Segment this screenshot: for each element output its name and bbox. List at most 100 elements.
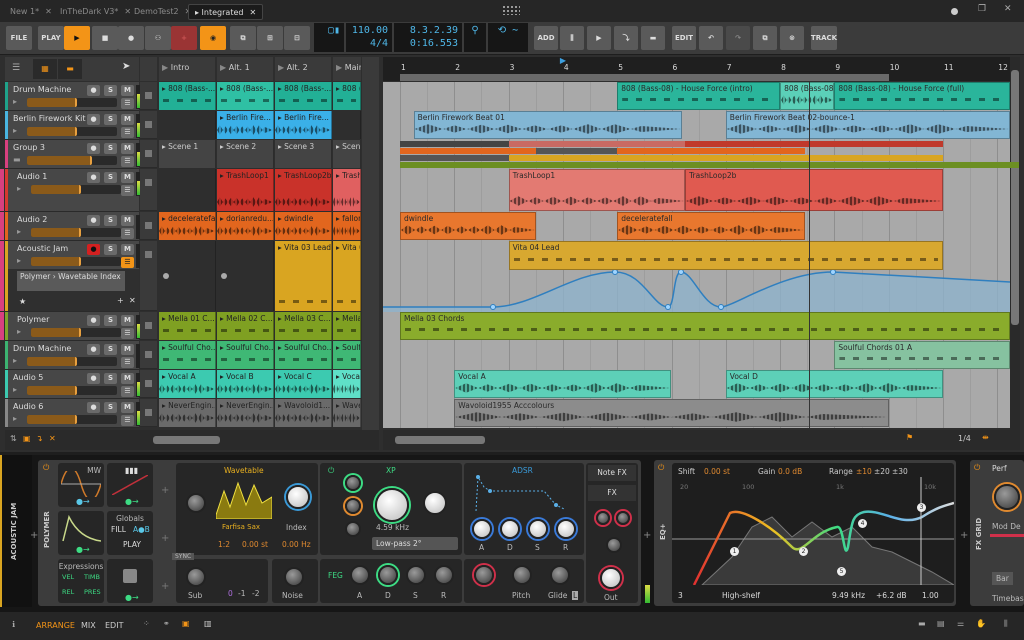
add-modulator-button[interactable]: +	[161, 485, 169, 496]
wavetable-title[interactable]: Wavetable	[224, 466, 264, 475]
arranger-clip[interactable]: Mella 03 Chords	[400, 312, 1010, 340]
band-number[interactable]: 3	[678, 591, 683, 600]
launcher-clip[interactable]: ▸ fallon...	[333, 212, 361, 240]
solo-button[interactable]: S	[104, 373, 117, 384]
launcher-clip[interactable]: ▸ Trash...	[333, 169, 361, 211]
volume-slider[interactable]	[27, 98, 117, 107]
feg-s-knob[interactable]	[406, 565, 426, 585]
record-arm-button[interactable]: ●	[87, 85, 100, 96]
snap-icon[interactable]: ⇼	[982, 433, 989, 442]
solo-button[interactable]: S	[104, 172, 117, 183]
automation-param-field[interactable]: Polymer › Wavetable Index	[17, 271, 125, 291]
device-panel-icon[interactable]: ▣	[182, 619, 190, 628]
launcher-clip[interactable]: ▸ Soulful Cho...	[217, 341, 274, 369]
edit-button[interactable]: EDIT	[672, 26, 696, 50]
track-header[interactable]: Audio 5 ▸ ● S M ☰	[5, 370, 142, 399]
launcher-clip[interactable]: ▸ deceleratefall	[159, 212, 216, 240]
launcher-clip[interactable]: ▸ Soulful Cho...	[275, 341, 332, 369]
volume-slider[interactable]	[31, 228, 121, 237]
keyboard-icon[interactable]: ⫼	[560, 26, 584, 50]
bend-knob[interactable]	[474, 565, 494, 585]
mute-button[interactable]: M	[121, 244, 134, 255]
feg-a-knob[interactable]	[350, 565, 370, 585]
loop-display[interactable]: ⟲ ∼	[488, 23, 528, 52]
track-header[interactable]: Polymer ▸ ● S M ☰	[0, 312, 142, 341]
bar-dropdown[interactable]: Bar	[992, 572, 1013, 585]
launcher-clip[interactable]: ▸ Vocal C	[275, 370, 332, 398]
launcher-clip[interactable]: ▸ Vocal A	[159, 370, 216, 398]
launcher-clip[interactable]: ▸ 808 (Bass-...	[217, 82, 274, 110]
inspector-icon[interactable]: ⚌	[957, 619, 964, 628]
track-menu-button[interactable]: ☰	[121, 357, 134, 368]
keyboard-icon[interactable]: ⫼	[1004, 619, 1008, 629]
rel-label[interactable]: REL	[62, 588, 74, 596]
launcher-clip[interactable]: ▸ TrashLoop2b	[275, 169, 332, 211]
arrange-view-tab[interactable]: ARRANGE	[36, 621, 75, 630]
launcher-clip[interactable]: ▸ Vita 0...	[333, 241, 361, 311]
perf-tab[interactable]: Perf	[992, 464, 1007, 473]
insert-button[interactable]: ⊞	[257, 26, 283, 50]
quantize-icon[interactable]: ⤵	[614, 26, 638, 50]
launcher-clip[interactable]: ▸ NeverEngin...	[159, 399, 216, 427]
launcher-clip[interactable]: ▸ Berlin Fire...	[275, 111, 332, 139]
file-icon[interactable]: ▤	[937, 619, 945, 628]
launcher-clip[interactable]: ▸ 808 (Bass-...	[159, 82, 216, 110]
record-arm-button[interactable]: ●	[87, 402, 100, 413]
launcher-clip[interactable]: ▸ Mella 03 C...	[275, 312, 332, 340]
track-menu-button[interactable]: ☰	[121, 228, 134, 239]
automation-star-icon[interactable]: ★	[19, 297, 26, 306]
launcher-clip[interactable]: ▸ NeverEngin...	[217, 399, 274, 427]
track-header[interactable]: Drum Machine ▸ ● S M ☰	[5, 341, 142, 370]
track-header[interactable]: Group 3 ▬ ● S M ☰	[5, 140, 142, 169]
add-button[interactable]: ADD	[534, 26, 558, 50]
legato-toggle[interactable]: L	[572, 591, 579, 600]
record-arm-button[interactable]: ●	[87, 373, 100, 384]
modulation-arrow-icon[interactable]: ●→	[76, 497, 90, 506]
add-record-button[interactable]: +	[171, 26, 197, 50]
info-icon[interactable]: ℹ	[12, 620, 15, 629]
eq-r30[interactable]: ±30	[892, 467, 908, 476]
out-knob[interactable]	[600, 567, 622, 589]
track-menu-button[interactable]: ☰	[121, 156, 134, 167]
link-icon[interactable]: ⚭	[163, 619, 170, 628]
arranger-clip[interactable]: TrashLoop2b	[685, 169, 943, 211]
metronome-display[interactable]: ⚲	[464, 23, 486, 52]
arranger-clip[interactable]: Vita 04 Lead	[508, 241, 943, 270]
mute-button[interactable]: M	[121, 85, 134, 96]
filter-power-icon[interactable]: ⏻	[328, 466, 334, 476]
cutoff-knob[interactable]	[375, 488, 409, 522]
solo-button[interactable]: S	[104, 344, 117, 355]
folder-icon[interactable]: ▬	[641, 26, 665, 50]
launcher-clip[interactable]: ▸ Mella...	[333, 312, 361, 340]
volume-slider[interactable]	[27, 357, 117, 366]
browser-icon[interactable]: ▬	[918, 619, 926, 628]
glide-knob[interactable]	[550, 565, 570, 585]
adsr-title[interactable]: ADSR	[512, 466, 533, 475]
track-menu-button[interactable]: ☰	[121, 386, 134, 397]
scene-launch-2[interactable]: ▶ Alt. 2	[275, 57, 331, 81]
eq-r20[interactable]: ±20	[874, 467, 890, 476]
eq-curve[interactable]	[672, 477, 954, 585]
tab-1[interactable]: InTheDark V3* ✕	[54, 4, 137, 20]
scene-launch-3[interactable]: ▶ Main	[333, 57, 361, 81]
close-x-icon[interactable]: ✕	[49, 434, 56, 443]
resonance-knob[interactable]	[423, 491, 447, 515]
index-knob[interactable]	[286, 485, 310, 509]
launcher-clip[interactable]: ▸ dwindle	[275, 212, 332, 240]
band-freq[interactable]: 9.49 kHz	[832, 591, 865, 600]
arranger-clip[interactable]: Wavoloid1955 Acccolours	[454, 399, 889, 427]
track-menu-button[interactable]: ☰	[121, 328, 134, 339]
automation-point[interactable]	[490, 304, 496, 310]
solo-button[interactable]: S	[104, 315, 117, 326]
feg-r-knob[interactable]	[434, 565, 454, 585]
marker-icon[interactable]: ▶	[587, 26, 611, 50]
launcher-clip[interactable]: ▸ Mella 01 C...	[159, 312, 216, 340]
eq-shift_val[interactable]: 0.00 st	[704, 467, 730, 476]
volume-slider[interactable]	[31, 185, 121, 194]
copy-button[interactable]: ⧉	[753, 26, 777, 50]
track-header[interactable]: Berlin Firework Kit ▸ ● S M ☰	[5, 111, 142, 140]
mute-button[interactable]: M	[121, 143, 134, 154]
volume-slider[interactable]	[31, 328, 121, 337]
launcher-stop-all[interactable]	[140, 57, 157, 81]
launcher-clip[interactable]: ▸ Scene 2	[217, 140, 274, 168]
